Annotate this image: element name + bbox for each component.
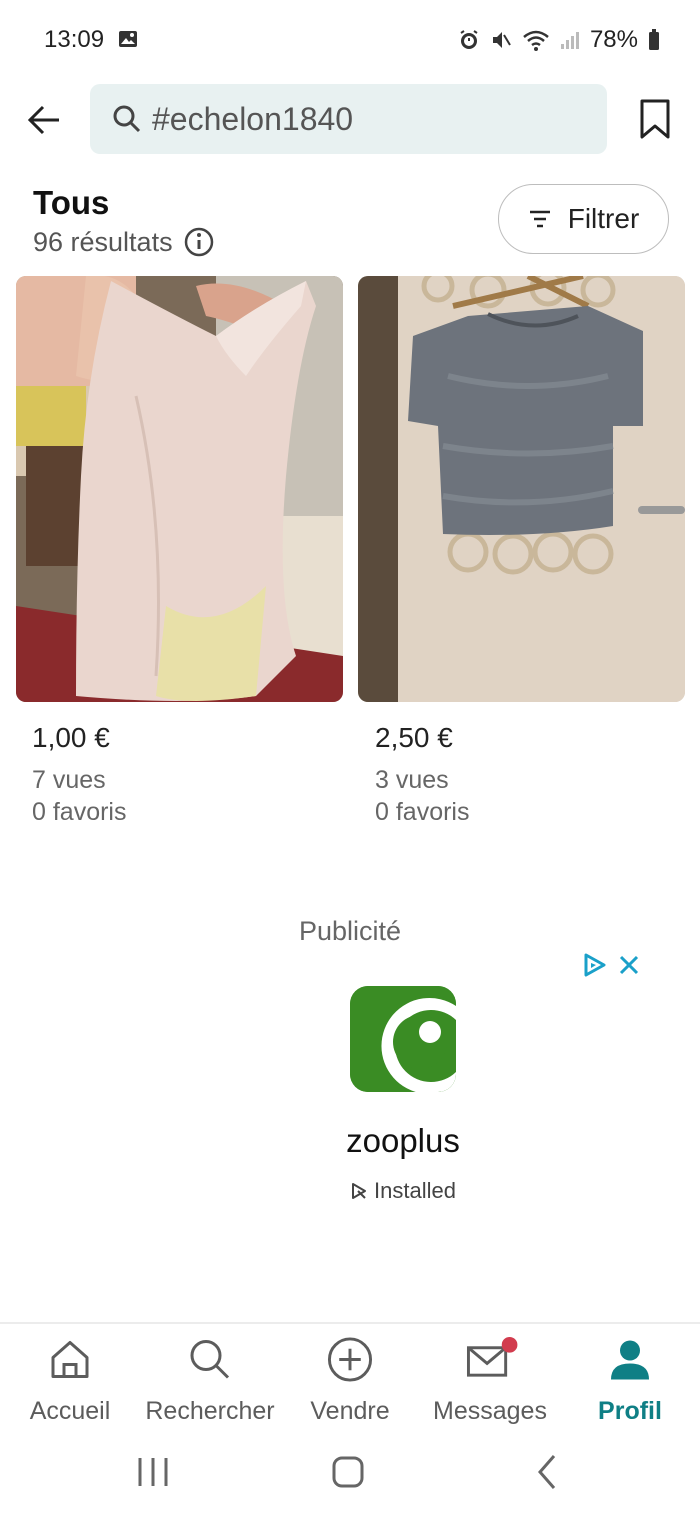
bottom-nav-divider — [0, 1322, 700, 1324]
adchoices-icon[interactable] — [582, 952, 608, 978]
zooplus-logo-icon — [350, 986, 456, 1092]
nav-item-accueil[interactable]: Accueil — [0, 1336, 140, 1426]
person-icon — [611, 1340, 649, 1380]
search-query: #echelon1840 — [152, 100, 354, 137]
unread-badge — [501, 1336, 518, 1353]
wifi-icon — [523, 30, 549, 51]
product-price-1: 1,00 € — [32, 722, 110, 753]
nav-label-vendre: Vendre — [310, 1397, 390, 1425]
battery-percent: 78% — [589, 26, 638, 53]
filter-icon — [529, 210, 550, 228]
ad-label: Publicité — [298, 916, 402, 946]
nav-label-profil: Profil — [598, 1397, 662, 1425]
mute-icon — [492, 32, 511, 48]
mail-icon — [466, 1336, 518, 1377]
close-ad-icon[interactable] — [618, 954, 640, 976]
ad-install-status: Installed — [0, 1178, 700, 1204]
search-icon — [190, 1340, 230, 1379]
search-input[interactable]: #echelon1840 — [90, 84, 607, 154]
ad-installed-text: Installed — [374, 1178, 456, 1203]
product-image-2[interactable] — [358, 276, 685, 702]
nav-item-vendre[interactable]: Vendre — [280, 1336, 420, 1426]
installed-icon — [352, 1183, 367, 1199]
zooplus-logo[interactable] — [350, 986, 456, 1092]
recent-apps-icon[interactable] — [136, 1450, 170, 1494]
product-views-1: 7 vues — [32, 766, 106, 794]
product-price-2: 2,50 € — [375, 722, 453, 753]
ad-choices[interactable] — [582, 952, 640, 978]
pink-top-photo — [16, 276, 343, 702]
nav-item-profil[interactable]: Profil — [560, 1336, 700, 1426]
signal-icon — [560, 32, 579, 49]
alarm-icon — [460, 30, 478, 49]
result-count-text: 96 résultats — [33, 226, 173, 257]
battery-icon — [649, 29, 659, 50]
save-search-button[interactable] — [632, 94, 678, 144]
status-time: 13:09 — [44, 26, 105, 53]
ad-app-name[interactable]: zooplus — [0, 1122, 700, 1160]
image-icon — [119, 31, 137, 47]
bookmark-icon — [640, 99, 670, 139]
product-favorites-2: 0 favoris — [375, 798, 470, 826]
info-icon[interactable] — [183, 226, 215, 258]
category-title: Tous — [33, 184, 110, 221]
result-count: 96 résultats — [33, 226, 215, 258]
home-button-icon[interactable] — [330, 1450, 366, 1494]
product-favorites-1: 0 favoris — [32, 798, 127, 826]
back-arrow-icon — [27, 105, 59, 135]
plus-circle-icon — [327, 1337, 373, 1382]
product-image-1[interactable] — [16, 276, 343, 702]
status-icons: 78% — [458, 26, 660, 54]
nav-label-accueil: Accueil — [29, 1397, 111, 1425]
filter-label: Filtrer — [567, 203, 640, 234]
system-back-icon[interactable] — [532, 1450, 562, 1494]
gray-tshirt-photo — [358, 276, 685, 702]
product-views-2: 3 vues — [375, 766, 449, 794]
back-button[interactable] — [22, 98, 66, 142]
search-icon — [113, 105, 141, 133]
nav-item-rechercher[interactable]: Rechercher — [140, 1336, 280, 1426]
filter-button[interactable]: Filtrer — [498, 184, 669, 254]
nav-label-messages: Messages — [433, 1397, 547, 1425]
nav-label-rechercher: Rechercher — [145, 1397, 275, 1425]
home-icon — [51, 1341, 89, 1378]
nav-item-messages[interactable]: Messages — [420, 1336, 560, 1426]
